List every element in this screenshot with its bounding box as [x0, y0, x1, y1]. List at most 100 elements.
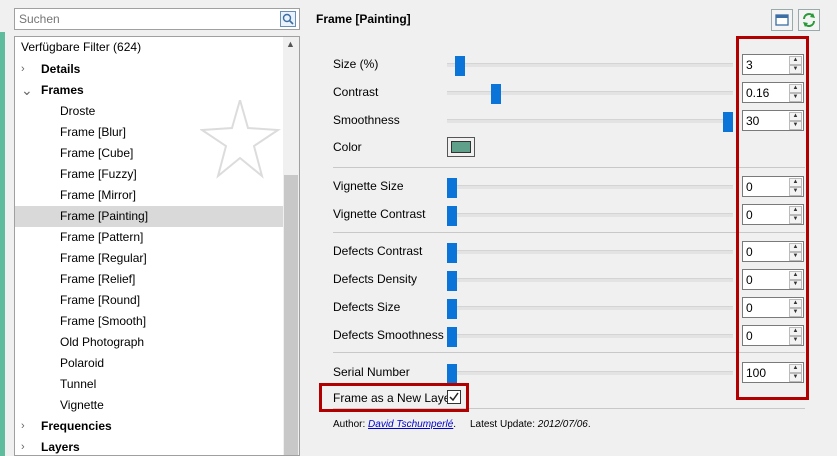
spin-up-icon[interactable]: ▲ [789, 206, 802, 215]
update-suffix: . [587, 419, 591, 430]
refresh-button[interactable] [798, 9, 820, 31]
chevron-down-icon[interactable]: ⌄ [21, 80, 33, 101]
search-input[interactable] [15, 9, 265, 29]
spin-down-icon[interactable]: ▼ [789, 373, 802, 382]
tree-item[interactable]: Frame [Round] [15, 290, 283, 311]
value-spinbox[interactable]: ▲▼ [742, 269, 804, 290]
value-input[interactable] [743, 270, 787, 289]
tree-item-label: Polaroid [60, 356, 105, 370]
author-link[interactable]: David Tschumperlé [368, 419, 453, 430]
value-input[interactable] [743, 111, 787, 130]
spin-down-icon[interactable]: ▼ [789, 121, 802, 130]
param-label: Serial Number [333, 365, 410, 379]
spin-up-icon[interactable]: ▲ [789, 243, 802, 252]
value-input[interactable] [743, 177, 787, 196]
spin-up-icon[interactable]: ▲ [789, 56, 802, 65]
slider-handle[interactable] [447, 243, 457, 263]
slider-handle[interactable] [447, 271, 457, 291]
color-picker-button[interactable] [447, 137, 475, 157]
slider-handle[interactable] [723, 112, 733, 132]
value-spinbox[interactable]: ▲▼ [742, 176, 804, 197]
slider-track[interactable] [447, 84, 733, 104]
tree-item-label: Frame [Cube] [60, 146, 134, 160]
refresh-icon [803, 13, 815, 27]
tree-item-label: Frame [Relief] [60, 272, 136, 286]
spin-up-icon[interactable]: ▲ [789, 299, 802, 308]
value-spinbox[interactable]: ▲▼ [742, 325, 804, 346]
slider-track[interactable] [447, 243, 733, 263]
tree-item[interactable]: Frame [Smooth] [15, 311, 283, 332]
spin-down-icon[interactable]: ▼ [789, 336, 802, 345]
value-spinbox[interactable]: ▲▼ [742, 297, 804, 318]
value-spinbox[interactable]: ▲▼ [742, 54, 804, 75]
slider-handle[interactable] [447, 299, 457, 319]
tree-item[interactable]: Frame [Pattern] [15, 227, 283, 248]
spin-up-icon[interactable]: ▲ [789, 271, 802, 280]
param-label: Defects Size [333, 300, 401, 314]
spin-down-icon[interactable]: ▼ [789, 252, 802, 261]
slider-handle[interactable] [447, 364, 457, 384]
chevron-right-icon[interactable]: › [21, 416, 33, 437]
tree-item[interactable]: Frame [Mirror] [15, 185, 283, 206]
slider-track[interactable] [447, 364, 733, 384]
tree-group[interactable]: › Frequencies [15, 416, 283, 437]
value-input[interactable] [743, 298, 787, 317]
value-input[interactable] [743, 55, 787, 74]
value-input[interactable] [743, 83, 787, 102]
spin-down-icon[interactable]: ▼ [789, 93, 802, 102]
spin-up-icon[interactable]: ▲ [789, 112, 802, 121]
search-field[interactable] [14, 8, 300, 30]
value-input[interactable] [743, 242, 787, 261]
tree-group[interactable]: › Details [15, 59, 283, 80]
tree-item-label: Frames [41, 83, 84, 97]
slider-track[interactable] [447, 206, 733, 226]
value-input[interactable] [743, 326, 787, 345]
tree-item[interactable]: Polaroid [15, 353, 283, 374]
new-layer-checkbox[interactable] [447, 390, 461, 404]
tree-item-label: Frame [Painting] [60, 209, 149, 223]
value-spinbox[interactable]: ▲▼ [742, 82, 804, 103]
tree-item[interactable]: Frame [Regular] [15, 248, 283, 269]
tree-item[interactable]: Old Photograph [15, 332, 283, 353]
spin-down-icon[interactable]: ▼ [789, 187, 802, 196]
slider-handle[interactable] [447, 327, 457, 347]
chevron-right-icon[interactable]: › [21, 59, 33, 80]
spin-down-icon[interactable]: ▼ [789, 280, 802, 289]
scroll-thumb[interactable] [284, 175, 298, 455]
tree-item[interactable]: Vignette [15, 395, 283, 416]
value-input[interactable] [743, 205, 787, 224]
spin-up-icon[interactable]: ▲ [789, 84, 802, 93]
tree-group[interactable]: › Layers [15, 437, 283, 455]
value-spinbox[interactable]: ▲▼ [742, 362, 804, 383]
slider-handle[interactable] [447, 206, 457, 226]
slider-handle[interactable] [455, 56, 465, 76]
value-input[interactable] [743, 363, 787, 382]
tree-item[interactable]: Tunnel [15, 374, 283, 395]
tree-item[interactable]: Frame [Relief] [15, 269, 283, 290]
scroll-up-icon[interactable]: ▲ [286, 39, 295, 49]
new-layer-label: Frame as a New Layer [333, 391, 455, 405]
tree-group[interactable]: ⌄ Frames [15, 80, 283, 101]
slider-track[interactable] [447, 56, 733, 76]
slider-handle[interactable] [491, 84, 501, 104]
spin-down-icon[interactable]: ▼ [789, 308, 802, 317]
spin-down-icon[interactable]: ▼ [789, 65, 802, 74]
chevron-right-icon[interactable]: › [21, 437, 33, 455]
value-spinbox[interactable]: ▲▼ [742, 110, 804, 131]
value-spinbox[interactable]: ▲▼ [742, 204, 804, 225]
spin-up-icon[interactable]: ▲ [789, 178, 802, 187]
filter-tree[interactable]: Verfügbare Filter (624) › Details ⌄ Frames D… [14, 36, 300, 456]
spin-down-icon[interactable]: ▼ [789, 215, 802, 224]
slider-track[interactable] [447, 327, 733, 347]
search-button[interactable] [280, 11, 296, 27]
slider-track[interactable] [447, 271, 733, 291]
tree-item[interactable]: Frame [Painting] [15, 206, 283, 227]
slider-handle[interactable] [447, 178, 457, 198]
value-spinbox[interactable]: ▲▼ [742, 241, 804, 262]
window-button[interactable] [771, 9, 793, 31]
spin-up-icon[interactable]: ▲ [789, 327, 802, 336]
slider-track[interactable] [447, 178, 733, 198]
slider-track[interactable] [447, 299, 733, 319]
slider-track[interactable] [447, 112, 733, 132]
spin-up-icon[interactable]: ▲ [789, 364, 802, 373]
